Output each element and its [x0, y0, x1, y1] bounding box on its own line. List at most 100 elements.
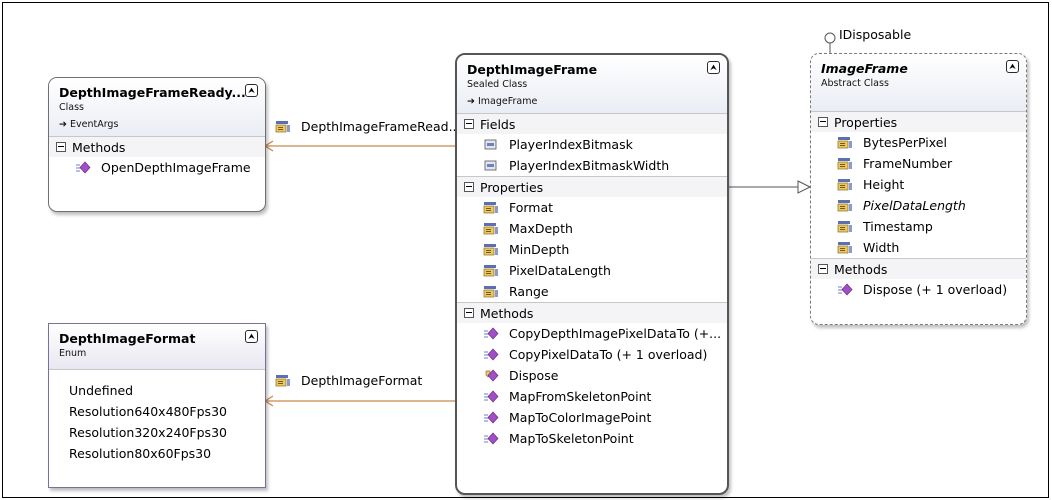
method-icon	[484, 432, 499, 445]
section-title: Properties	[480, 179, 544, 195]
member-row[interactable]: BytesPerPixel	[811, 132, 1026, 153]
member-row[interactable]: PlayerIndexBitmask	[457, 134, 727, 155]
inheritance-arrowhead	[797, 180, 812, 194]
enum-value[interactable]: Resolution640x480Fps30	[69, 401, 265, 422]
section-header-methods[interactable]: Methods	[49, 137, 265, 157]
member-row[interactable]: PlayerIndexBitmaskWidth	[457, 155, 727, 176]
member-row[interactable]: OpenDepthImageFrame	[49, 157, 265, 178]
method-icon	[838, 283, 853, 296]
class-diagram-canvas: IDisposable DepthImageFrameRead... Depth…	[2, 2, 1049, 498]
member-name: Range	[509, 284, 549, 299]
collapse-button[interactable]: ⮝	[707, 61, 720, 74]
collapse-button[interactable]: ⮝	[245, 84, 258, 97]
interface-lollipop-circle	[824, 32, 836, 44]
interface-label: IDisposable	[839, 27, 912, 42]
property-icon	[837, 242, 852, 254]
inheritance-arrow-icon: ➔	[467, 96, 478, 107]
minus-box-icon[interactable]	[818, 117, 828, 127]
class-header: DepthImageFrameReady... Class ➔ EventArg…	[49, 78, 265, 136]
property-icon	[275, 121, 290, 133]
member-row[interactable]: MapToColorImagePoint	[457, 407, 727, 428]
property-icon	[483, 265, 498, 277]
member-name: BytesPerPixel	[863, 135, 947, 150]
member-row[interactable]: MaxDepth	[457, 218, 727, 239]
property-icon	[837, 158, 852, 170]
properties-section: Properties Format MaxDepth MinDepth Pixe…	[457, 176, 727, 302]
property-icon	[483, 223, 498, 235]
method-icon	[484, 327, 499, 340]
member-name: Dispose (+ 1 overload)	[863, 282, 1008, 297]
section-header-properties[interactable]: Properties	[457, 177, 727, 197]
field-icon	[484, 139, 497, 150]
section-title: Fields	[480, 116, 516, 132]
association-label-format-text: DepthImageFormat	[301, 373, 423, 388]
section-header-fields[interactable]: Fields	[457, 114, 727, 134]
minus-box-icon[interactable]	[464, 119, 474, 129]
enum-kind: Enum	[59, 348, 87, 359]
section-title: Methods	[834, 261, 888, 277]
collapse-button[interactable]: ⮝	[245, 330, 258, 343]
enum-value[interactable]: Undefined	[69, 380, 265, 401]
member-row[interactable]: Range	[457, 281, 727, 302]
member-row[interactable]: Dispose (+ 1 overload)	[811, 279, 1026, 300]
method-icon	[76, 161, 91, 174]
fields-section: Fields PlayerIndexBitmask PlayerIndexBit…	[457, 113, 727, 176]
methods-section: Methods CopyDepthImagePixelDataTo (+... …	[457, 302, 727, 449]
member-row[interactable]: Timestamp	[811, 216, 1026, 237]
member-row[interactable]: FrameNumber	[811, 153, 1026, 174]
class-title: DepthImageFrameReady...	[59, 85, 246, 100]
member-row[interactable]: Dispose	[457, 365, 727, 386]
section-header-methods[interactable]: Methods	[457, 303, 727, 323]
minus-box-icon[interactable]	[56, 142, 66, 152]
member-name: MaxDepth	[509, 221, 573, 236]
methods-section: Methods Dispose (+ 1 overload)	[811, 258, 1026, 300]
association-label-format[interactable]: DepthImageFormat	[275, 373, 422, 388]
member-row[interactable]: CopyDepthImagePixelDataTo (+...	[457, 323, 727, 344]
field-icon	[484, 160, 497, 171]
enum-value[interactable]: Resolution80x60Fps30	[69, 443, 265, 464]
section-header-methods[interactable]: Methods	[811, 259, 1026, 279]
member-name: MapToSkeletonPoint	[509, 431, 634, 446]
minus-box-icon[interactable]	[818, 264, 828, 274]
member-row[interactable]: Height	[811, 174, 1026, 195]
methods-section: Methods OpenDepthImageFrame	[49, 136, 265, 178]
base-class: ➔ EventArgs	[59, 119, 235, 130]
association-label-ready-text: DepthImageFrameRead...	[301, 119, 461, 134]
member-row[interactable]: CopyPixelDataTo (+ 1 overload)	[457, 344, 727, 365]
member-row[interactable]: Format	[457, 197, 727, 218]
class-kind: Class	[59, 102, 84, 113]
inheritance-arrow-icon: ➔	[59, 119, 70, 130]
member-row[interactable]: MapFromSkeletonPoint	[457, 386, 727, 407]
member-row[interactable]: PixelDataLength	[457, 260, 727, 281]
class-header: DepthImageFrame Sealed Class ➔ ImageFram…	[457, 55, 727, 113]
member-row[interactable]: MapToSkeletonPoint	[457, 428, 727, 449]
properties-section: Properties BytesPerPixel FrameNumber Hei…	[811, 111, 1026, 258]
section-title: Properties	[834, 114, 898, 130]
minus-box-icon[interactable]	[464, 308, 474, 318]
member-row[interactable]: PixelDataLength	[811, 195, 1026, 216]
enum-value[interactable]: Resolution320x240Fps30	[69, 422, 265, 443]
member-name: MinDepth	[509, 242, 570, 257]
member-name: PixelDataLength	[509, 263, 611, 278]
member-row[interactable]: MinDepth	[457, 239, 727, 260]
collapse-button[interactable]: ⮝	[1006, 60, 1019, 73]
member-name: Width	[863, 240, 900, 255]
section-header-properties[interactable]: Properties	[811, 112, 1026, 132]
method-icon	[484, 348, 499, 361]
property-icon	[837, 137, 852, 149]
property-icon	[837, 200, 852, 212]
base-class-name: EventArgs	[69, 119, 119, 130]
enum-box-depth-image-format[interactable]: DepthImageFormat Enum ⮝ Undefined Resolu…	[48, 323, 266, 488]
class-header: ImageFrame Abstract Class ⮝	[811, 54, 1026, 111]
enum-title: DepthImageFormat	[59, 331, 196, 346]
class-box-image-frame[interactable]: ImageFrame Abstract Class ⮝ Properties B…	[810, 53, 1027, 325]
class-box-depth-image-frame-ready-args[interactable]: DepthImageFrameReady... Class ➔ EventArg…	[48, 77, 266, 212]
member-name: MapFromSkeletonPoint	[509, 389, 652, 404]
member-name: PlayerIndexBitmaskWidth	[509, 158, 670, 173]
association-label-ready[interactable]: DepthImageFrameRead...	[275, 119, 461, 134]
class-box-depth-image-frame[interactable]: DepthImageFrame Sealed Class ➔ ImageFram…	[455, 53, 729, 495]
member-name: Height	[863, 177, 905, 192]
minus-box-icon[interactable]	[464, 182, 474, 192]
member-name: Dispose	[509, 368, 559, 383]
member-row[interactable]: Width	[811, 237, 1026, 258]
